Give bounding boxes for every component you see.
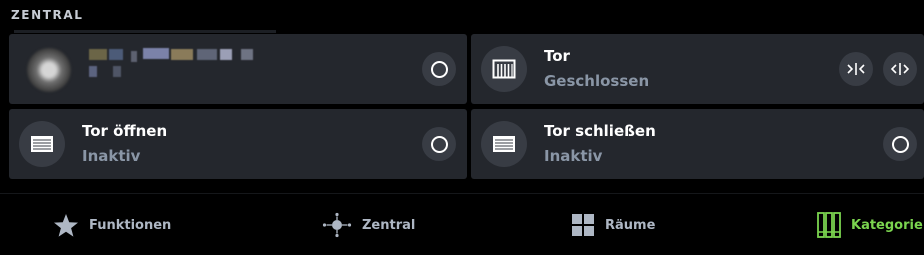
blurred-thumbnail [27, 48, 71, 92]
nav-label: Räume [605, 217, 656, 233]
hub-icon [322, 212, 352, 238]
grid-icon [572, 214, 594, 236]
circle-toggle-icon [891, 135, 909, 153]
nav-item-funktionen[interactable]: Funktionen [53, 195, 171, 255]
section-header: ZENTRAL [0, 0, 924, 33]
blurred-text [113, 66, 121, 77]
star-icon [54, 213, 78, 237]
blurred-text [171, 49, 193, 60]
card-status: Inaktiv [82, 147, 141, 165]
toggle-button[interactable] [422, 127, 456, 161]
blurred-text [109, 49, 123, 60]
close-gate-button[interactable] [839, 52, 873, 86]
card-status: Geschlossen [544, 72, 650, 90]
gate-open-card[interactable]: Tor öffnen Inaktiv [9, 109, 467, 179]
blurred-text [89, 66, 97, 77]
blurred-device-card[interactable] [9, 34, 467, 104]
nav-item-kategorie[interactable]: Kategorie [817, 195, 923, 255]
gate-close-card[interactable]: Tor schließen Inaktiv [471, 109, 924, 179]
blinds-icon [19, 121, 65, 167]
blurred-text [197, 49, 217, 60]
toggle-button[interactable] [883, 127, 917, 161]
category-icon [817, 212, 841, 238]
toggle-button[interactable] [422, 52, 456, 86]
nav-item-zentral[interactable]: Zentral [322, 195, 415, 255]
card-title: Tor schließen [544, 122, 656, 140]
gate-status-card[interactable]: Tor Geschlossen [471, 34, 924, 104]
card-title: Tor öffnen [82, 122, 168, 140]
circle-toggle-icon [430, 135, 448, 153]
nav-divider [0, 193, 924, 194]
section-divider [14, 30, 276, 33]
arrows-outward-icon [890, 63, 910, 75]
open-gate-button[interactable] [883, 52, 917, 86]
blurred-text [220, 49, 232, 60]
nav-item-raeume[interactable]: Räume [571, 195, 655, 255]
blurred-text [143, 48, 169, 59]
section-title: ZENTRAL [11, 8, 84, 22]
blurred-text [89, 49, 107, 60]
card-status: Inaktiv [544, 147, 603, 165]
garage-gate-icon [481, 46, 527, 92]
nav-label: Zentral [362, 217, 416, 233]
blurred-text [131, 51, 137, 62]
card-title: Tor [544, 47, 570, 65]
bottom-nav: Funktionen Zentral Räume Kategorie [0, 195, 924, 255]
arrows-inward-icon [847, 63, 865, 75]
blurred-text [241, 49, 253, 60]
nav-label: Funktionen [89, 217, 172, 233]
circle-toggle-icon [430, 60, 448, 78]
nav-label: Kategorie [851, 217, 923, 233]
blinds-icon [481, 121, 527, 167]
